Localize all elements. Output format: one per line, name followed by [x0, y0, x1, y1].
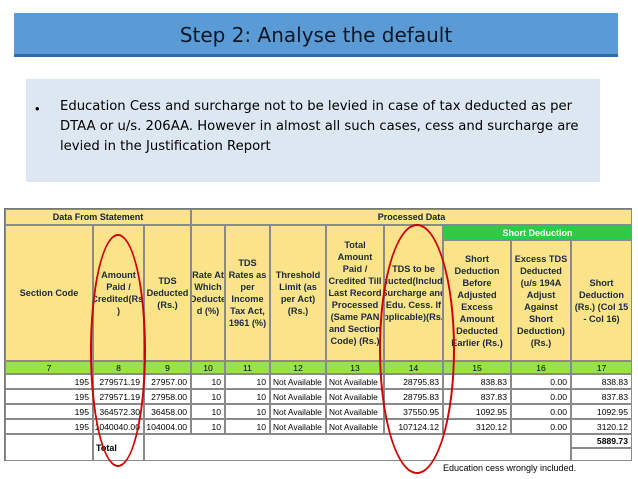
- table-cell: 3120.12: [571, 419, 632, 434]
- column-number: 9: [144, 361, 191, 374]
- table-cell: 10: [191, 404, 225, 419]
- table-cell: 36458.00: [144, 404, 191, 419]
- annotation-note: Education cess wrongly included.: [443, 463, 577, 473]
- annotation-circle-tds-to-be-deducted: [379, 224, 455, 474]
- table-cell: 0.00: [511, 419, 571, 434]
- header-section-code: Section Code: [5, 225, 93, 361]
- table-cell: 0.00: [511, 389, 571, 404]
- table-cell: Not Available: [270, 374, 326, 389]
- bullet-text: Education Cess and surcharge not to be l…: [60, 99, 579, 154]
- header-threshold-limit: Threshold Limit (as per Act) (Rs.): [270, 225, 326, 361]
- table-cell: Not Available: [270, 404, 326, 419]
- header-excess-tds: Excess TDS Deducted (u/s 194A Adjust Aga…: [511, 240, 571, 361]
- group-header-short-deduction: Short Deduction: [443, 225, 632, 240]
- table-cell: 195: [5, 404, 93, 419]
- table-cell: Not Available: [326, 419, 384, 434]
- header-short-deduction: Short Deduction (Rs.) (Col 15 - Col 16): [571, 240, 632, 361]
- annotation-circle-amount: [90, 234, 146, 467]
- slide-title-bar: Step 2: Analyse the default: [14, 13, 618, 57]
- bullet-dot: •: [35, 101, 40, 116]
- table-cell: 0.00: [511, 374, 571, 389]
- table-cell: 10: [191, 419, 225, 434]
- table-cell: 838.83: [571, 374, 632, 389]
- slide-title: Step 2: Analyse the default: [179, 23, 453, 47]
- total-spacer: [571, 448, 632, 461]
- table-cell: Not Available: [270, 419, 326, 434]
- table-cell: 27958.00: [144, 389, 191, 404]
- table-cell: 27957.00: [144, 374, 191, 389]
- table-cell: 195: [5, 419, 93, 434]
- header-tds-deducted: TDS Deducted (Rs.): [144, 225, 191, 361]
- table-cell: Not Available: [326, 389, 384, 404]
- table-cell: 837.83: [571, 389, 632, 404]
- column-number: 7: [5, 361, 93, 374]
- table-cell: 10: [225, 419, 270, 434]
- group-header-from-statement: Data From Statement: [5, 209, 191, 225]
- column-number: 17: [571, 361, 632, 374]
- header-total-amount-paid: Total Amount Paid / Credited Till Last R…: [326, 225, 384, 361]
- header-tds-rates: TDS Rates as per Income Tax Act, 1961 (%…: [225, 225, 270, 361]
- table-cell: 10: [191, 389, 225, 404]
- table-cell: 3120.12: [443, 419, 511, 434]
- table-cell: 104004.00: [144, 419, 191, 434]
- table-cell: 1092.95: [571, 404, 632, 419]
- column-number: 16: [511, 361, 571, 374]
- column-number: 11: [225, 361, 270, 374]
- table-cell: Not Available: [270, 389, 326, 404]
- group-header-processed: Processed Data: [191, 209, 632, 225]
- table-cell: 10: [225, 389, 270, 404]
- table-cell: 10: [225, 404, 270, 419]
- total-value: 5889.73: [571, 434, 632, 448]
- column-number: 13: [326, 361, 384, 374]
- table-cell: Not Available: [326, 374, 384, 389]
- table-cell: 10: [225, 374, 270, 389]
- header-rate-deducted: Rate At Which Deducte d (%): [191, 225, 225, 361]
- table-cell: 195: [5, 374, 93, 389]
- column-number: 10: [191, 361, 225, 374]
- table-cell: 10: [191, 374, 225, 389]
- column-number: 12: [270, 361, 326, 374]
- table-cell: 0.00: [511, 404, 571, 419]
- table-cell: 837.83: [443, 389, 511, 404]
- bullet-box: • Education Cess and surcharge not to be…: [26, 79, 600, 182]
- total-spacer: [144, 434, 571, 461]
- total-spacer: [5, 434, 93, 461]
- table-cell: 195: [5, 389, 93, 404]
- table-cell: 1092.95: [443, 404, 511, 419]
- table-cell: Not Available: [326, 404, 384, 419]
